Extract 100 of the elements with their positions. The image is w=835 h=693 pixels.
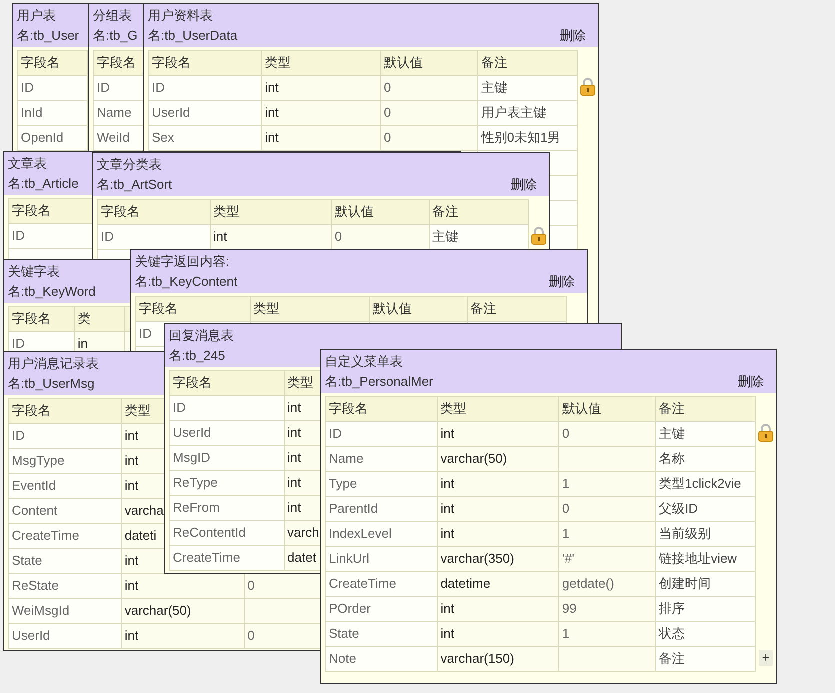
column-header: 字段名 bbox=[139, 301, 178, 316]
field-name: CreateTime bbox=[173, 550, 240, 566]
table-name: 名:tb_Article bbox=[8, 175, 79, 193]
field-name: UserId bbox=[152, 105, 190, 120]
field-type: int bbox=[288, 425, 302, 440]
table-name: 名:tb_ArtSort bbox=[97, 176, 172, 194]
delete-link[interactable]: 删除 bbox=[560, 26, 586, 46]
field-name: ReState bbox=[12, 578, 59, 594]
remark-text: 类型1click2vie bbox=[659, 476, 742, 492]
field-type: varcha bbox=[124, 503, 164, 518]
window-title: 文章表 bbox=[8, 155, 47, 173]
field-name: ReContentId bbox=[173, 525, 246, 540]
window-title: 分组表 bbox=[93, 7, 132, 25]
default-value: 0 bbox=[562, 426, 570, 442]
table-name: 名:tb_KeyContent bbox=[135, 273, 238, 291]
default-value: 0 bbox=[384, 80, 392, 96]
field-name: ID bbox=[329, 426, 342, 442]
field-name: Name bbox=[329, 451, 364, 466]
field-name: ReType bbox=[173, 475, 218, 490]
field-name: MsgID bbox=[173, 450, 211, 466]
field-name: ID bbox=[173, 400, 186, 416]
column-header: 类型 bbox=[214, 204, 240, 220]
field-type: datetime bbox=[440, 576, 491, 592]
table-name: 名:tb_G bbox=[93, 27, 138, 45]
window-title: 文章分类表 bbox=[97, 156, 162, 174]
column-header: 字段名 bbox=[152, 55, 191, 70]
field-name: Name bbox=[97, 105, 132, 120]
table-name: 名:tb_KeyWord bbox=[8, 283, 96, 301]
field-type: int bbox=[288, 450, 302, 466]
column-header: 字段名 bbox=[101, 204, 140, 220]
remark-text: 备注 bbox=[659, 651, 686, 666]
column-header: 字段名 bbox=[21, 55, 60, 70]
field-type: varchar(50) bbox=[440, 451, 508, 466]
field-type: dateti bbox=[124, 528, 157, 544]
field-name: ID bbox=[12, 336, 25, 352]
table-name: 名:tb_User bbox=[17, 27, 80, 45]
default-value: 0 bbox=[562, 501, 570, 516]
column-header: 类型 bbox=[124, 403, 151, 418]
column-header: 类型 bbox=[288, 375, 314, 390]
default-value: 0 bbox=[248, 578, 255, 594]
field-name: ID bbox=[101, 229, 114, 244]
field-type: int bbox=[124, 578, 139, 594]
field-type: varch bbox=[288, 525, 320, 540]
field-type: int bbox=[440, 476, 454, 492]
remark-text: 状态 bbox=[659, 626, 686, 642]
field-name: InId bbox=[21, 105, 43, 120]
column-header: 字段名 bbox=[12, 203, 51, 218]
default-value: 0 bbox=[248, 628, 255, 644]
window-title: 关键字返回内容: bbox=[135, 253, 230, 271]
field-type: int bbox=[440, 601, 454, 616]
field-name: IndexLevel bbox=[329, 526, 392, 542]
field-type: int bbox=[214, 229, 228, 244]
field-name: ID bbox=[12, 228, 25, 244]
field-name: Content bbox=[12, 503, 58, 518]
column-header: 字段名 bbox=[12, 311, 51, 326]
field-name: ID bbox=[97, 80, 110, 96]
field-type: varchar(150) bbox=[440, 651, 514, 666]
window-title: 用户资料表 bbox=[148, 7, 213, 25]
remark-text: 创建时间 bbox=[659, 576, 712, 592]
remark-text: 主键 bbox=[432, 229, 458, 244]
window-title: 关键字表 bbox=[8, 263, 60, 281]
default-value: 0 bbox=[334, 229, 342, 244]
field-name: Type bbox=[329, 476, 358, 492]
window-title: 用户表 bbox=[17, 7, 56, 25]
field-name: ID bbox=[21, 80, 34, 96]
field-type: datet bbox=[288, 550, 316, 566]
add-button[interactable]: + bbox=[759, 650, 773, 666]
field-name: UserId bbox=[173, 425, 212, 440]
window-title: 自定义菜单表 bbox=[325, 353, 403, 371]
default-value: 1 bbox=[562, 626, 570, 642]
field-type: int bbox=[440, 626, 454, 642]
table-name: 名:tb_PersonalMer bbox=[325, 373, 434, 391]
field-name: CreateTime bbox=[12, 528, 80, 544]
remark-text: 主键 bbox=[659, 426, 686, 442]
field-name: MsgType bbox=[12, 453, 65, 468]
field-type: int bbox=[288, 500, 302, 516]
remark-text: 主键 bbox=[481, 80, 508, 96]
column-header: 类型 bbox=[265, 55, 292, 70]
field-type: int bbox=[124, 628, 139, 644]
field-name: ReFrom bbox=[173, 500, 220, 516]
field-name: EventId bbox=[12, 478, 56, 494]
column-header: 备注 bbox=[470, 301, 496, 316]
column-header: 默认值 bbox=[562, 401, 602, 416]
table-name: 名:tb_UserMsg bbox=[8, 375, 95, 393]
default-value: 0 bbox=[384, 105, 392, 120]
column-header: 备注 bbox=[481, 55, 508, 70]
field-name: WeiId bbox=[97, 130, 130, 146]
column-header: 默认值 bbox=[372, 301, 412, 316]
remark-text: 性别0未知1男 bbox=[481, 130, 561, 146]
field-type: int bbox=[265, 130, 279, 146]
default-value: getdate() bbox=[562, 576, 614, 592]
remark-text: 排序 bbox=[659, 601, 686, 616]
field-name: Sex bbox=[152, 130, 174, 146]
default-value: 99 bbox=[562, 601, 577, 616]
table-name: 名:tb_UserData bbox=[148, 27, 238, 45]
field-name: CreateTime bbox=[329, 576, 396, 592]
field-type: int bbox=[288, 475, 302, 490]
delete-link[interactable]: 删除 bbox=[549, 272, 575, 292]
column-header: 默认值 bbox=[334, 204, 374, 220]
delete-link[interactable]: 删除 bbox=[738, 372, 764, 392]
